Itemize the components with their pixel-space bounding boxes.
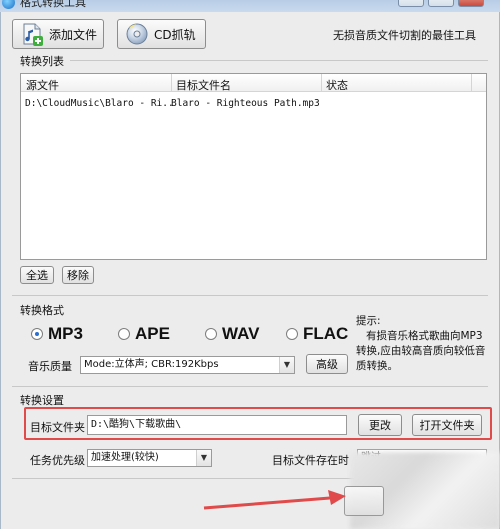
window-title: 格式转换工具 [20, 0, 86, 9]
hint-box: 提示: 有损音乐格式歌曲向MP3转换,应由较高音质向较低音质转换。 [356, 314, 488, 374]
column-separator [471, 74, 472, 92]
column-separator [171, 74, 172, 92]
radio-ape-label[interactable]: APE [135, 324, 170, 344]
radio-flac[interactable] [286, 328, 298, 340]
cd-rip-label: CD抓轨 [154, 27, 196, 42]
minimize-button[interactable] [398, 0, 424, 7]
chevron-down-icon[interactable]: ▼ [279, 357, 294, 373]
remove-button[interactable]: 移除 [62, 266, 94, 284]
column-separator [321, 74, 322, 92]
quality-select[interactable]: Mode:立体声; CBR:192Kbps ▼ [80, 356, 295, 374]
radio-mp3[interactable] [31, 328, 43, 340]
close-button[interactable] [458, 0, 484, 7]
priority-select[interactable]: 加速处理(较快) ▼ [87, 449, 212, 467]
music-file-add-icon [23, 23, 43, 46]
cd-rip-button[interactable]: CD抓轨 [117, 19, 206, 49]
open-folder-button[interactable]: 打开文件夹 [412, 414, 482, 436]
change-folder-button[interactable]: 更改 [358, 414, 402, 436]
select-all-button[interactable]: 全选 [20, 266, 54, 284]
divider [12, 386, 488, 387]
divider [12, 295, 488, 296]
exists-label: 目标文件存在时 [272, 454, 349, 467]
priority-value: 加速处理(较快) [91, 452, 159, 463]
quality-label: 音乐质量 [28, 360, 72, 373]
convert-list-title: 转换列表 [20, 55, 64, 68]
column-header-source[interactable]: 源文件 [26, 77, 59, 93]
radio-mp3-label[interactable]: MP3 [48, 324, 83, 344]
column-header-status[interactable]: 状态 [326, 77, 348, 93]
tagline: 无损音质文件切割的最佳工具 [333, 29, 476, 42]
cell-source: D:\CloudMusic\Blaro - Ri.. [25, 98, 174, 109]
radio-wav-label[interactable]: WAV [222, 324, 259, 344]
advanced-button[interactable]: 高级 [306, 354, 348, 374]
arrow-annotation [203, 490, 346, 510]
format-title: 转换格式 [20, 304, 64, 317]
radio-wav[interactable] [205, 328, 217, 340]
priority-label: 任务优先级 [30, 454, 85, 467]
add-file-label: 添加文件 [49, 27, 98, 42]
hint-title: 提示: [356, 315, 381, 327]
file-list[interactable]: 源文件 目标文件名 状态 D:\CloudMusic\Blaro - Ri.. … [20, 73, 487, 260]
cell-target: Blaro - Righteous Path.mp3 [171, 98, 320, 109]
add-file-button[interactable]: 添加文件 [12, 19, 104, 49]
hint-text: 有损音乐格式歌曲向MP3转换,应由较高音质向较低音质转换。 [356, 330, 486, 372]
target-folder-label: 目标文件夹 [30, 421, 85, 434]
column-header-target[interactable]: 目标文件名 [176, 77, 231, 93]
radio-flac-label[interactable]: FLAC [303, 324, 348, 344]
target-folder-input[interactable]: D:\酷狗\下载歌曲\ [87, 415, 347, 435]
quality-value: Mode:立体声; CBR:192Kbps [84, 359, 219, 370]
cd-icon [126, 23, 148, 45]
radio-ape[interactable] [118, 328, 130, 340]
chevron-down-icon[interactable]: ▼ [196, 450, 211, 466]
maximize-button[interactable] [428, 0, 454, 7]
divider [70, 60, 488, 61]
list-header: 源文件 目标文件名 状态 [21, 74, 486, 92]
settings-title: 转换设置 [20, 394, 64, 407]
